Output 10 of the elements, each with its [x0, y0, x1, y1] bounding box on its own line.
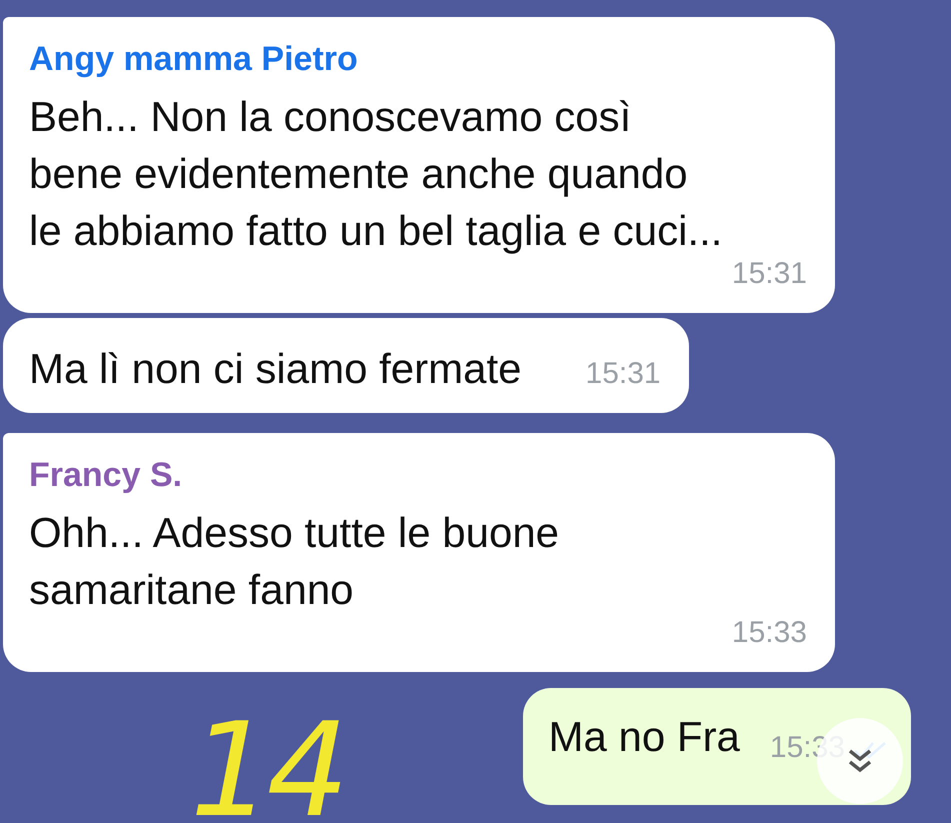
handwritten-annotation: 14	[190, 705, 344, 823]
sender-name: Angy mamma Pietro	[29, 39, 359, 80]
message-text: Ma lì non ci siamo fermate	[29, 344, 522, 394]
message-text: Ohh... Adesso tutte le buone samaritane fanno	[29, 508, 560, 615]
sender-name: Francy S.	[29, 454, 184, 496]
message-text: Beh... Non la conoscevamo così bene evidentemente anche quando le abbiamo fatto un bel taglia e cuci...	[29, 92, 724, 256]
message-time: 15:33	[730, 618, 807, 648]
message-time: 15:31	[730, 258, 807, 289]
message-time: 15:31	[584, 358, 661, 389]
message-text: Ma no Fra	[548, 712, 740, 762]
